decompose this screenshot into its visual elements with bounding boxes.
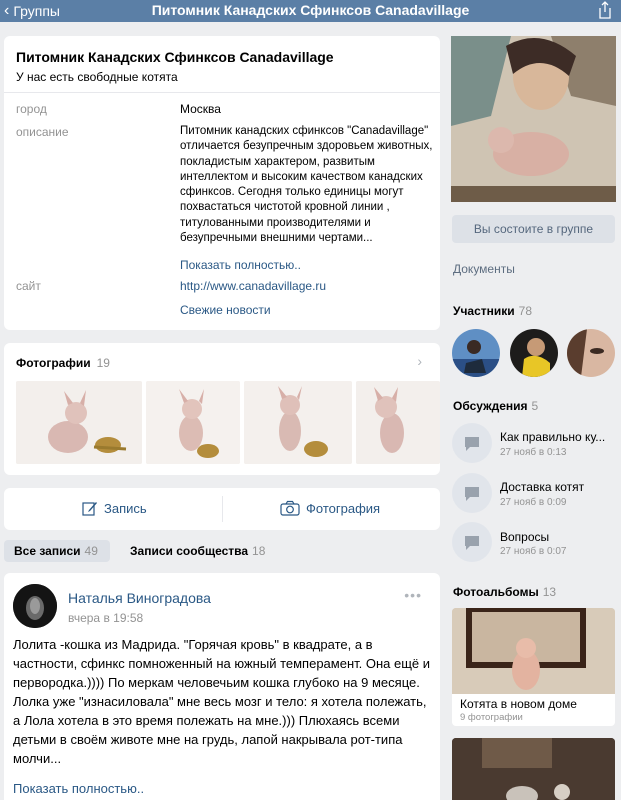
discussion-icon <box>452 522 492 562</box>
discussions-count: 5 <box>531 399 539 413</box>
group-cover-image[interactable] <box>451 36 616 202</box>
group-info-card: Питомник Канадских Сфинксов Canadavillag… <box>4 36 440 330</box>
tab-all-posts-label: Все записи <box>14 544 81 558</box>
tab-community-posts-count: 18 <box>252 544 266 558</box>
top-bar: ‹ Группы Питомник Канадских Сфинксов Can… <box>0 0 621 22</box>
site-label: сайт <box>16 279 41 293</box>
add-photo-label: Фотография <box>306 500 381 516</box>
photo-album[interactable]: Котята в новом доме 9 фотографии <box>452 608 615 726</box>
city-value: Москва <box>180 102 221 116</box>
description-label: описание <box>16 125 69 139</box>
photo-album[interactable] <box>452 738 615 800</box>
photos-title: Фотографии <box>16 356 91 370</box>
avatar[interactable] <box>13 584 57 628</box>
post-author-link[interactable]: Наталья Виноградова <box>68 590 211 606</box>
group-status: У нас есть свободные котята <box>16 70 178 84</box>
divider <box>222 496 223 522</box>
photos-count: 19 <box>96 356 110 370</box>
description-text: Питомник канадских сфинксов "Canadavilla… <box>180 125 433 245</box>
discussions-title: Обсуждения <box>453 399 528 413</box>
tab-all-posts[interactable]: Все записи 49 <box>4 540 110 562</box>
chevron-right-icon[interactable]: › <box>417 353 422 369</box>
discussion-icon <box>452 473 492 513</box>
discussion-title[interactable]: Как правильно ку... <box>500 430 618 444</box>
wall-post: Наталья Виноградова вчера в 19:58 ••• Ло… <box>4 573 440 800</box>
photo-thumbnail[interactable] <box>146 381 240 464</box>
members-count: 78 <box>518 304 533 318</box>
albums-count: 13 <box>542 585 557 599</box>
album-count: 9 фотографии <box>460 712 523 723</box>
discussion-title[interactable]: Вопросы <box>500 530 618 544</box>
members-title: Участники <box>453 304 515 318</box>
new-post-button[interactable]: Запись <box>82 500 147 516</box>
discussion-title[interactable]: Доставка котят <box>500 480 618 494</box>
site-link[interactable]: http://www.canadavillage.ru <box>180 279 326 293</box>
tab-community-posts-label: Записи сообщества <box>130 544 249 558</box>
photos-card[interactable]: Фотографии 19 › <box>4 343 440 475</box>
photo-thumbnail[interactable] <box>356 381 440 464</box>
new-post-label: Запись <box>104 500 147 516</box>
album-cover <box>452 608 615 694</box>
member-avatar[interactable] <box>452 329 500 377</box>
albums-header[interactable]: Фотоальбомы 13 <box>453 585 556 599</box>
camera-icon <box>280 500 300 516</box>
members-header[interactable]: Участники 78 <box>453 304 532 318</box>
discussion-icon <box>452 423 492 463</box>
post-show-more-link[interactable]: Показать полностью.. <box>13 781 144 796</box>
album-title: Котята в новом доме <box>460 697 577 711</box>
photo-thumbnail[interactable] <box>244 381 352 464</box>
news-link[interactable]: Свежие новости <box>180 303 271 317</box>
post-text: Лолита -кошка из Мадрида. "Горячая кровь… <box>13 637 431 766</box>
group-name: Питомник Канадских Сфинксов Canadavillag… <box>16 49 334 65</box>
tab-community-posts[interactable]: Записи сообщества 18 <box>130 544 265 558</box>
add-photo-button[interactable]: Фотография <box>280 500 380 516</box>
photo-thumbnail[interactable] <box>16 381 142 464</box>
post-actions-card: Запись Фотография <box>4 488 440 530</box>
membership-button[interactable]: Вы состоите в группе <box>452 215 615 243</box>
discussions-header[interactable]: Обсуждения 5 <box>453 399 538 413</box>
albums-title: Фотоальбомы <box>453 585 539 599</box>
tab-all-posts-count: 49 <box>84 544 98 558</box>
city-label: город <box>16 102 47 116</box>
more-options-icon[interactable]: ••• <box>404 587 422 603</box>
divider <box>4 92 440 93</box>
member-avatar[interactable] <box>510 329 558 377</box>
discussion-date: 27 нояб в 0:07 <box>500 546 567 557</box>
photos-header: Фотографии 19 <box>16 356 110 370</box>
pencil-icon <box>82 502 97 516</box>
page-title: Питомник Канадских Сфинксов Canadavillag… <box>151 2 470 18</box>
post-date: вчера в 19:58 <box>68 611 144 625</box>
description-show-more-link[interactable]: Показать полностью.. <box>180 258 301 272</box>
share-icon[interactable] <box>597 1 613 19</box>
documents-link[interactable]: Документы <box>453 262 515 276</box>
discussion-date: 27 нояб в 0:09 <box>500 497 567 508</box>
member-avatar[interactable] <box>567 329 615 377</box>
discussion-date: 27 нояб в 0:13 <box>500 447 567 458</box>
